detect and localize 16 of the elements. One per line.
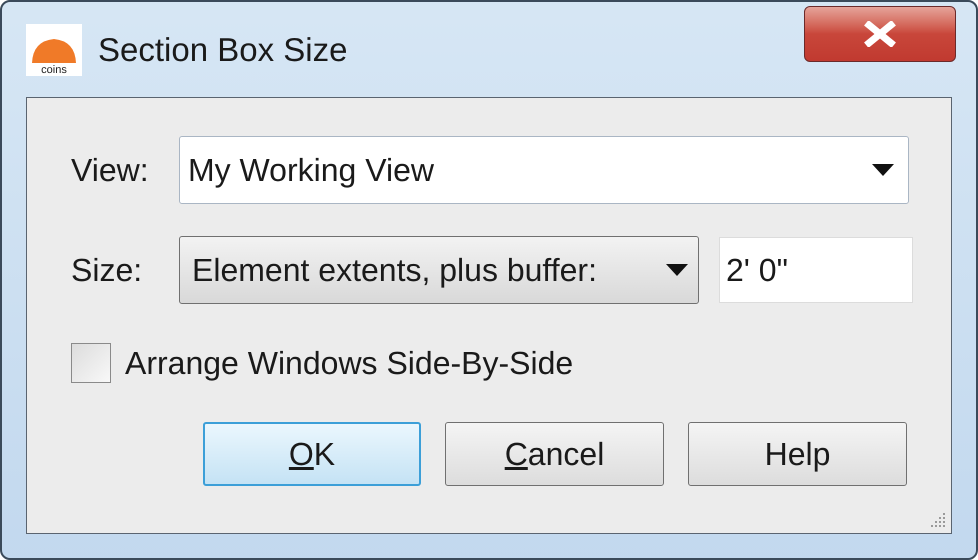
dialog-button[interactable]: Cancel (445, 422, 664, 486)
buffer-input-field[interactable]: 2' 0" (719, 237, 913, 303)
logo-text: coins (41, 64, 67, 76)
close-icon (864, 21, 896, 47)
checkbox-label: Arrange Windows Side-By-Side (125, 344, 574, 383)
view-dropdown[interactable]: My Working View (179, 136, 909, 204)
checkbox[interactable] (71, 343, 111, 383)
dialog-button[interactable]: Help (688, 422, 907, 486)
field-label: View: (71, 151, 150, 190)
dropdown-arrow-icon (872, 164, 894, 176)
window-title: Section Box Size (98, 30, 348, 70)
close-button[interactable] (804, 6, 956, 62)
dropdown-arrow-icon (666, 264, 688, 276)
dialog-button[interactable]: OK (203, 422, 421, 486)
field-label: Size: (71, 251, 144, 290)
size-dropdown[interactable]: Element extents, plus buffer: (179, 236, 699, 304)
